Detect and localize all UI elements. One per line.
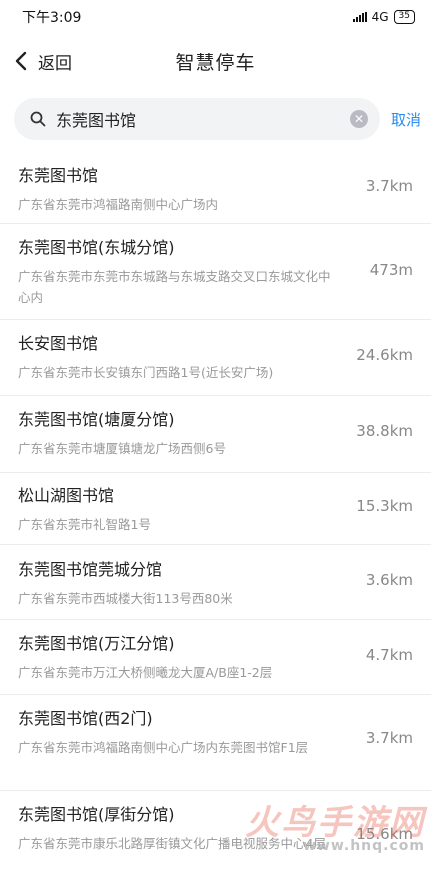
- item-address: 广东省东莞市鸿福路南侧中心广场内东莞图书馆F1层: [18, 737, 334, 758]
- page-title: 智慧停车: [0, 48, 431, 75]
- status-time: 下午3:09: [22, 7, 81, 27]
- network-label: 4G: [372, 10, 389, 24]
- item-address: 广东省东莞市万江大桥侧曦龙大厦A/B座1-2层: [18, 662, 334, 683]
- status-icons: 4G 35: [353, 10, 415, 24]
- search-box[interactable]: ✕: [14, 98, 380, 140]
- item-name: 东莞图书馆(西2门): [18, 708, 413, 730]
- item-address: 广东省东莞市礼智路1号: [18, 514, 334, 535]
- battery-icon: 35: [394, 10, 415, 24]
- item-address: 广东省东莞市塘厦镇塘龙广场西侧6号: [18, 438, 334, 459]
- item-distance: 24.6km: [356, 346, 413, 364]
- list-item[interactable]: 东莞图书馆莞城分馆 广东省东莞市西城楼大街113号西80米 3.6km: [0, 545, 431, 620]
- clear-icon[interactable]: ✕: [350, 110, 368, 128]
- list-item[interactable]: 东莞图书馆(西2门) 广东省东莞市鸿福路南侧中心广场内东莞图书馆F1层 3.7k…: [0, 695, 431, 791]
- status-bar: 下午3:09 4G 35: [0, 0, 431, 34]
- item-name: 东莞图书馆(万江分馆): [18, 633, 413, 655]
- item-name: 长安图书馆: [18, 333, 413, 355]
- item-name: 东莞图书馆(塘厦分馆): [18, 409, 413, 431]
- item-address: 广东省东莞市西城楼大街113号西80米: [18, 588, 334, 609]
- search-row: ✕ 取消: [0, 98, 431, 142]
- list-item[interactable]: 松山湖图书馆 广东省东莞市礼智路1号 15.3km: [0, 473, 431, 545]
- item-address: 广东省东莞市东莞市东城路与东城支路交叉口东城文化中心内: [18, 266, 334, 308]
- list-item[interactable]: 东莞图书馆(东城分馆) 广东省东莞市东莞市东城路与东城支路交叉口东城文化中心内 …: [0, 224, 431, 320]
- nav-bar: 返回 智慧停车: [0, 34, 431, 88]
- item-address: 广东省东莞市长安镇东门西路1号(近长安广场): [18, 362, 334, 383]
- item-address: 广东省东莞市鸿福路南侧中心广场内: [18, 194, 334, 215]
- watermark-text: 火鸟手游网: [245, 803, 425, 843]
- cancel-button[interactable]: 取消: [391, 109, 421, 130]
- item-distance: 473m: [370, 261, 413, 279]
- list-item[interactable]: 东莞图书馆 广东省东莞市鸿福路南侧中心广场内 3.7km: [0, 153, 431, 224]
- list-item[interactable]: 东莞图书馆(万江分馆) 广东省东莞市万江大桥侧曦龙大厦A/B座1-2层 4.7k…: [0, 620, 431, 695]
- signal-icon: [353, 12, 367, 22]
- item-name: 东莞图书馆: [18, 165, 413, 187]
- item-distance: 4.7km: [366, 646, 413, 664]
- item-distance: 38.8km: [356, 422, 413, 440]
- item-distance: 3.6km: [366, 571, 413, 589]
- item-distance: 15.3km: [356, 497, 413, 515]
- item-name: 东莞图书馆莞城分馆: [18, 559, 413, 581]
- search-input[interactable]: [56, 110, 350, 129]
- results-list: 东莞图书馆 广东省东莞市鸿福路南侧中心广场内 3.7km 东莞图书馆(东城分馆)…: [0, 153, 431, 871]
- item-distance: 3.7km: [366, 177, 413, 195]
- item-distance: 3.7km: [366, 729, 413, 747]
- watermark: 火鸟手游网 www.hnq.com: [245, 795, 425, 854]
- item-name: 东莞图书馆(东城分馆): [18, 237, 413, 259]
- search-icon: [30, 111, 46, 127]
- list-item[interactable]: 东莞图书馆(塘厦分馆) 广东省东莞市塘厦镇塘龙广场西侧6号 38.8km: [0, 396, 431, 473]
- item-name: 松山湖图书馆: [18, 485, 413, 507]
- list-item[interactable]: 长安图书馆 广东省东莞市长安镇东门西路1号(近长安广场) 24.6km: [0, 320, 431, 396]
